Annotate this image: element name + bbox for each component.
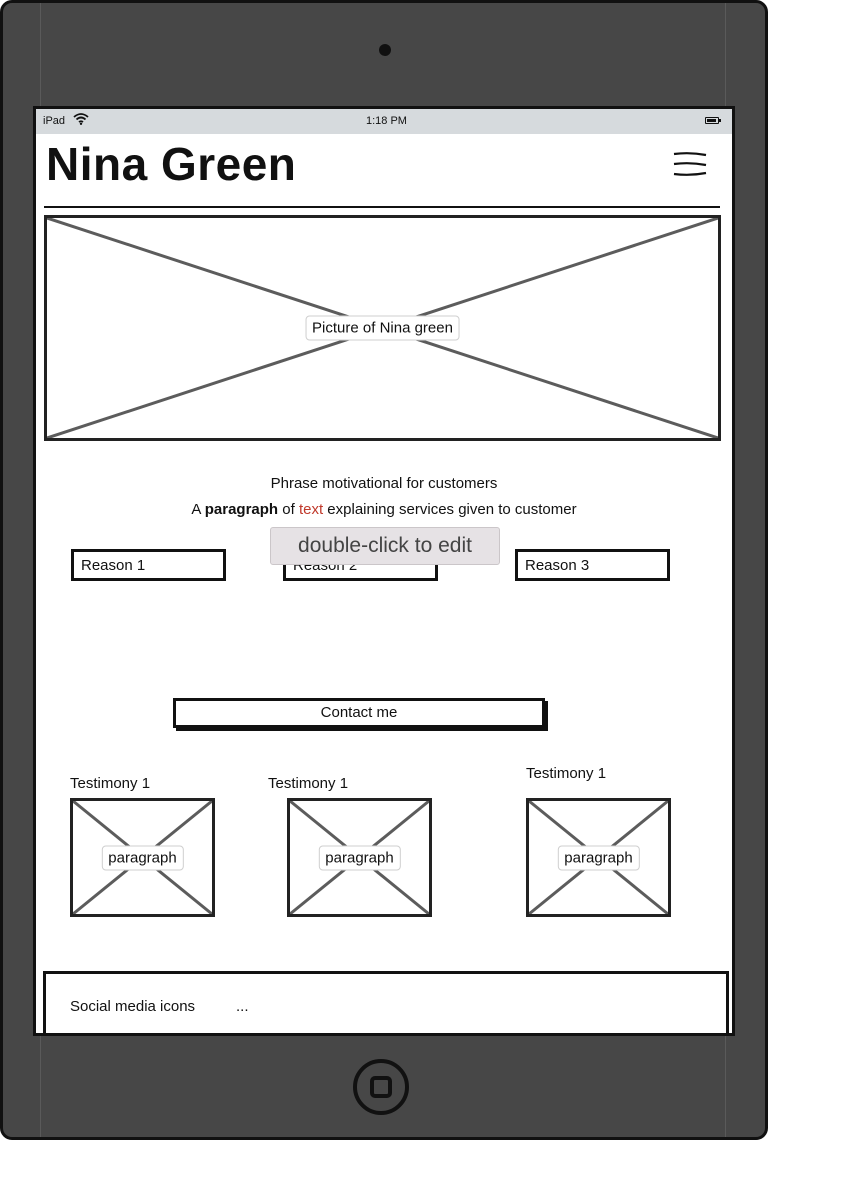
reason-3-box[interactable]: Reason 3	[515, 549, 670, 581]
footer-social-bar: Social media icons ...	[43, 971, 729, 1033]
testimony-1-body: paragraph	[101, 845, 184, 870]
paragraph-accent-word: text	[298, 501, 324, 518]
hero-image-placeholder: Picture of Nina green	[44, 215, 721, 441]
paragraph-prefix: A	[191, 501, 205, 518]
testimony-2-body: paragraph	[318, 845, 401, 870]
carrier-label: iPad	[43, 115, 66, 127]
camera-dot	[379, 44, 391, 56]
motivational-phrase: Phrase motivational for customers	[270, 475, 498, 492]
status-time: 1:18 PM	[366, 115, 407, 127]
testimony-3-placeholder: paragraph	[526, 798, 671, 917]
site-title: Nina Green	[46, 138, 297, 190]
paragraph-middle: of	[278, 501, 299, 518]
testimony-3-body: paragraph	[557, 845, 640, 870]
testimony-3-title: Testimony 1	[526, 765, 607, 782]
edit-tooltip: double-click to edit	[270, 527, 500, 565]
header-divider	[44, 206, 720, 208]
reason-1-box[interactable]: Reason 1	[71, 549, 226, 581]
home-button[interactable]	[353, 1059, 409, 1115]
services-paragraph: A paragraph of text explaining services …	[36, 501, 732, 518]
hero-image-label: Picture of Nina green	[305, 315, 460, 341]
paragraph-bold-word: paragraph	[204, 501, 279, 518]
social-media-label: Social media icons	[70, 998, 196, 1015]
paragraph-suffix: explaining services given to customer	[323, 501, 577, 518]
testimony-1-title: Testimony 1	[70, 775, 151, 792]
hamburger-menu-icon[interactable]	[672, 151, 708, 179]
testimony-1-placeholder: paragraph	[70, 798, 215, 917]
testimony-2-placeholder: paragraph	[287, 798, 432, 917]
device-screen: iPad 1:18 PM Nina Green Picture of Nina …	[33, 106, 735, 1036]
ipad-device-frame: iPad 1:18 PM Nina Green Picture of Nina …	[0, 0, 768, 1140]
contact-me-button[interactable]: Contact me	[173, 698, 545, 728]
testimony-2-title: Testimony 1	[268, 775, 349, 792]
social-media-ellipsis: ...	[236, 998, 249, 1015]
battery-icon	[705, 117, 721, 124]
wifi-icon	[73, 113, 89, 128]
home-button-icon	[370, 1076, 392, 1098]
status-bar: iPad 1:18 PM	[36, 109, 732, 134]
